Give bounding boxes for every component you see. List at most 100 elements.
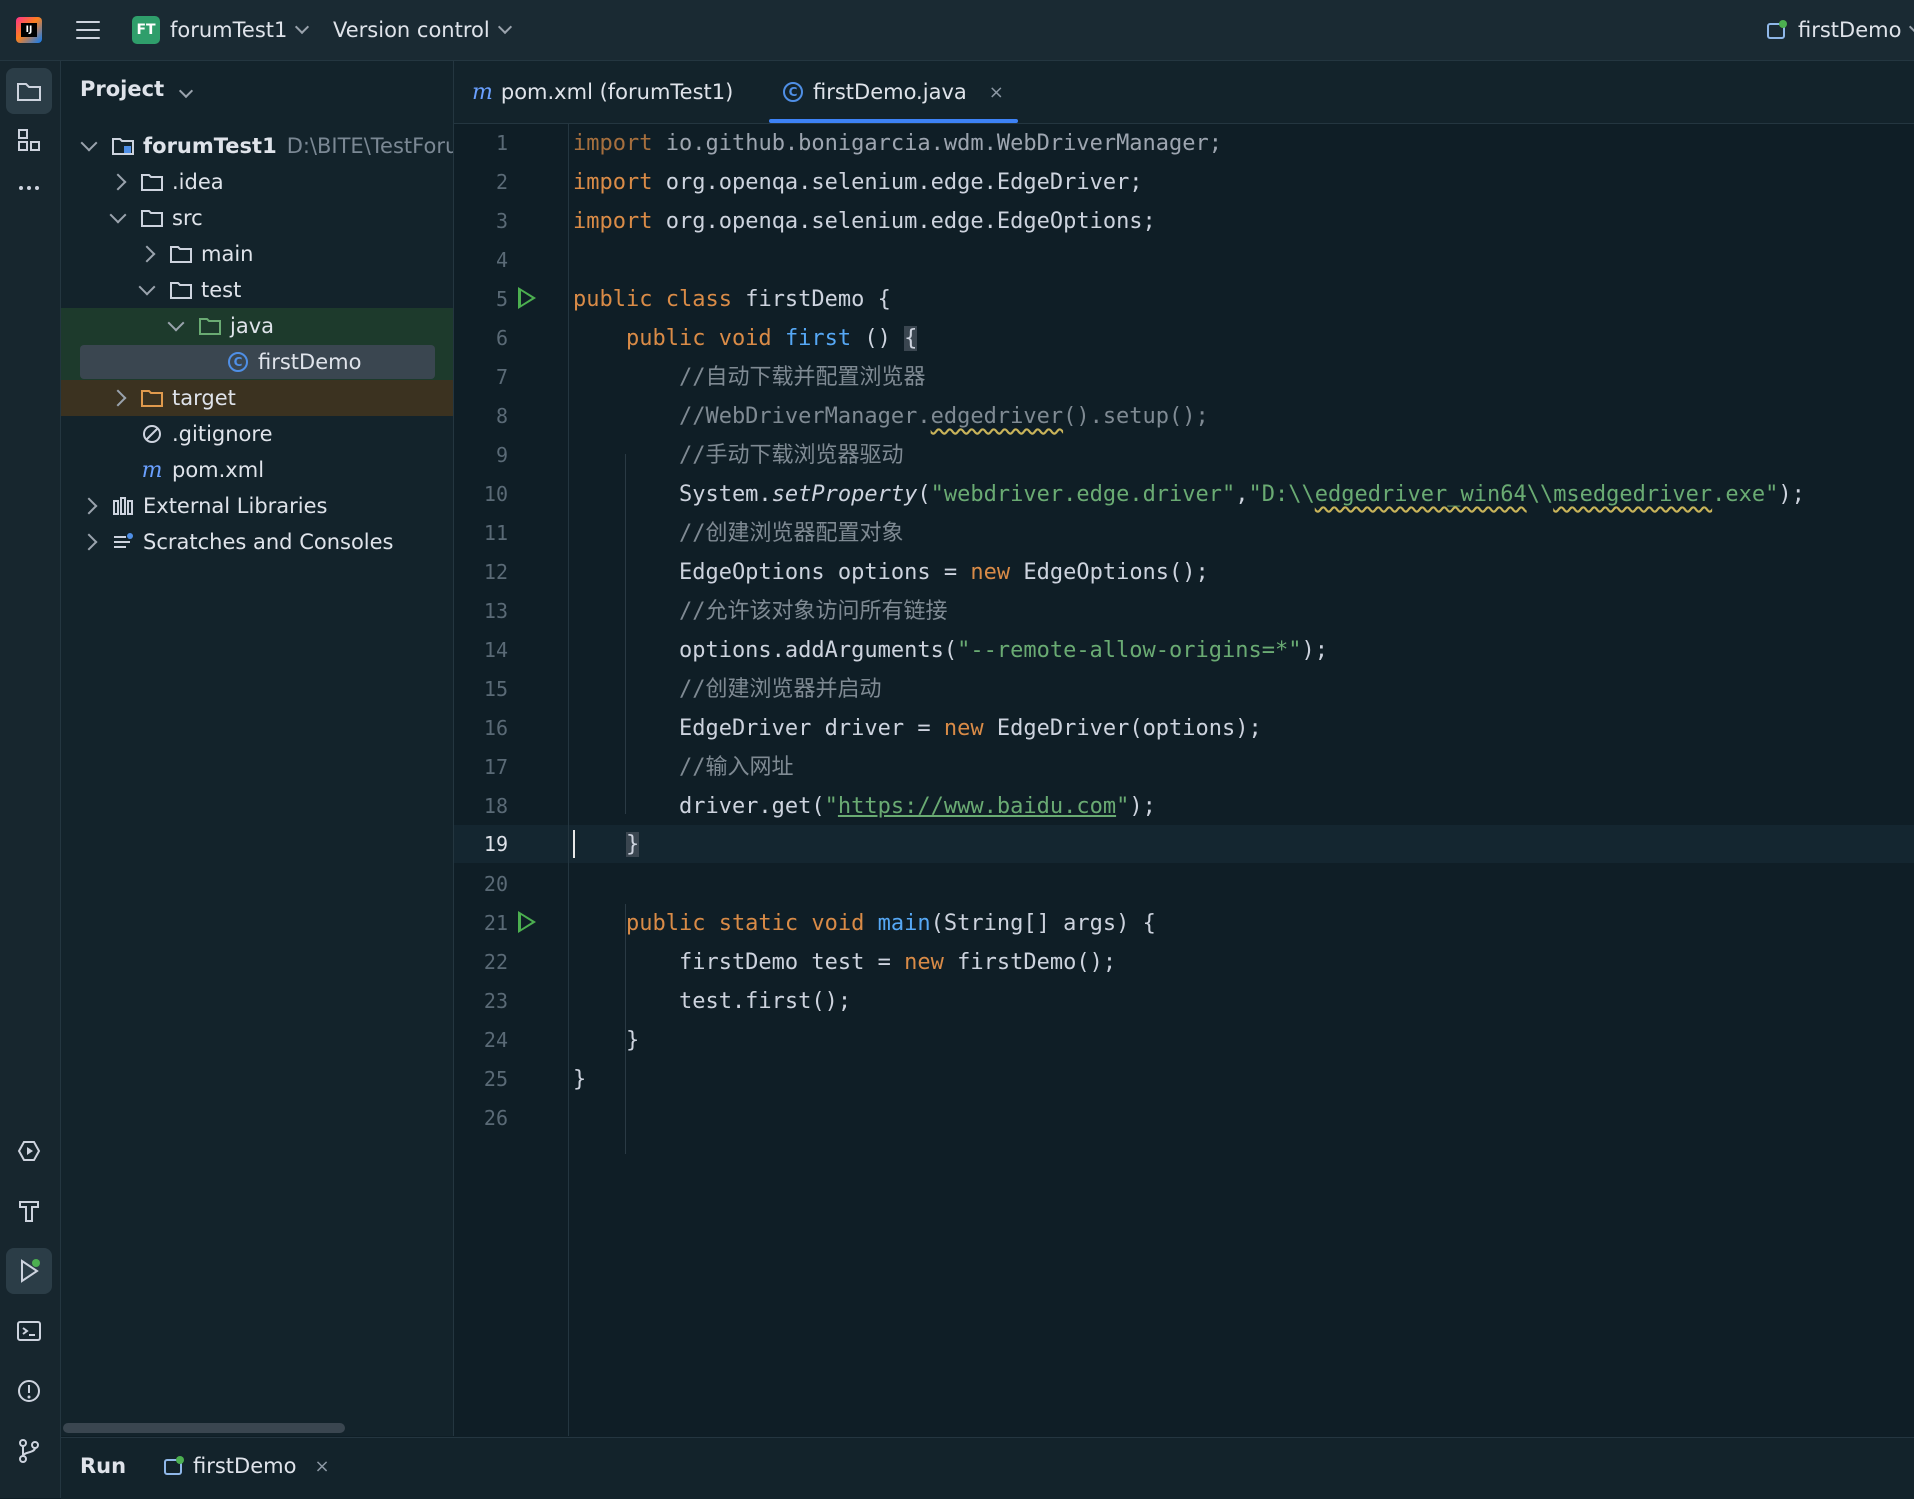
- code-line-1: import io.github.bonigarcia.wdm.WebDrive…: [573, 131, 1223, 156]
- tab-firstdemo-java[interactable]: C firstDemo.java ×: [769, 61, 1018, 123]
- run-config-selector[interactable]: firstDemo: [1766, 0, 1914, 60]
- run-tool-button[interactable]: [6, 1248, 52, 1294]
- tree-item-gitignore[interactable]: .gitignore: [61, 416, 453, 452]
- vcs-label: Version control: [333, 18, 490, 42]
- title-bar: FT forumTest1 Version control firstDemo: [0, 0, 1914, 61]
- run-main-gutter-icon[interactable]: [518, 911, 536, 933]
- run-tab-firstdemo[interactable]: firstDemo ×: [163, 1438, 330, 1494]
- hammer-icon: [19, 1201, 39, 1222]
- code-line-25: }: [573, 1067, 587, 1092]
- code-line-8: //WebDriverManager.edgedriver().setup();: [573, 404, 1209, 429]
- chevron-down-icon: [179, 83, 194, 99]
- build-tool-button[interactable]: [6, 1188, 52, 1234]
- tree-item-java[interactable]: java: [61, 308, 453, 344]
- structure-icon: [18, 129, 40, 151]
- more-horizontal-icon: [19, 186, 39, 190]
- line-number: 23: [483, 989, 508, 1013]
- tree-item-main[interactable]: main: [61, 236, 453, 272]
- test-source-folder-icon: [198, 315, 222, 337]
- run-class-gutter-icon[interactable]: [518, 287, 536, 309]
- module-folder-icon: [111, 135, 135, 157]
- panel-title: Project: [80, 77, 165, 101]
- tree-item-test[interactable]: test: [61, 272, 453, 308]
- maven-icon: m: [141, 457, 163, 483]
- line-number: 1: [495, 131, 508, 155]
- tab-pom-xml[interactable]: m pom.xml (forumTest1): [472, 61, 733, 123]
- line-number: 4: [495, 248, 508, 272]
- project-tool-button[interactable]: [6, 68, 52, 114]
- chevron-right-icon: [80, 533, 98, 551]
- code-line-15: //创建浏览器并启动: [573, 677, 882, 702]
- folder-icon: [17, 83, 41, 101]
- code-line-12: EdgeOptions options = new EdgeOptions();: [573, 560, 1209, 585]
- code-line-22: firstDemo test = new firstDemo();: [573, 950, 1117, 975]
- more-tools-button[interactable]: [6, 165, 52, 211]
- line-number: 26: [483, 1106, 508, 1130]
- tree-item-pom[interactable]: m pom.xml: [61, 452, 453, 488]
- code-editor[interactable]: 1 2 3 4 5 6 7 8 9 10 11 12 13 14 15 16 1…: [454, 124, 1914, 1436]
- project-switcher[interactable]: FT forumTest1: [132, 0, 310, 60]
- tree-item-src[interactable]: src: [61, 200, 453, 236]
- run-config-icon: [164, 1456, 184, 1475]
- class-icon: C: [226, 351, 250, 373]
- url-link[interactable]: https://www.baidu.com: [838, 794, 1116, 819]
- close-icon[interactable]: ×: [989, 82, 1004, 103]
- chevron-down-icon: [295, 19, 310, 35]
- line-number: 9: [495, 443, 508, 467]
- project-badge: FT: [132, 16, 160, 44]
- line-number-current: 19: [483, 832, 508, 856]
- terminal-icon: [17, 1321, 41, 1341]
- class-icon: C: [783, 82, 803, 102]
- code-line-6: public void first () {: [573, 326, 918, 351]
- folder-icon: [169, 243, 193, 265]
- code-line-9: //手动下载浏览器驱动: [573, 443, 904, 468]
- tab-label: firstDemo.java: [813, 80, 967, 104]
- line-number: 20: [483, 872, 508, 896]
- run-config-icon: [1767, 20, 1787, 39]
- line-number: 24: [483, 1028, 508, 1052]
- run-tool-window-title[interactable]: Run: [80, 1438, 126, 1494]
- chevron-right-icon: [109, 389, 127, 407]
- tree-item-label: firstDemo: [258, 350, 362, 374]
- tree-item-target[interactable]: target: [61, 380, 453, 416]
- line-number: 16: [483, 716, 508, 740]
- code-line-14: options.addArguments("--remote-allow-ori…: [573, 638, 1328, 663]
- folder-icon: [140, 171, 164, 193]
- app-logo[interactable]: [16, 0, 42, 60]
- structure-tool-button[interactable]: [6, 117, 52, 163]
- tree-item-label: test: [201, 278, 242, 302]
- line-number: 10: [483, 482, 508, 506]
- horizontal-scrollbar[interactable]: [63, 1423, 345, 1433]
- tree-item-idea[interactable]: .idea: [61, 164, 453, 200]
- tree-item-forumtest1[interactable]: forumTest1 D:\BITE\TestForun: [61, 128, 453, 164]
- tree-item-label: forumTest1: [143, 134, 277, 158]
- run-config-name: firstDemo: [1798, 18, 1902, 42]
- problems-tool-button[interactable]: [6, 1368, 52, 1414]
- gutter-divider: [568, 124, 569, 1436]
- tree-item-firstdemo[interactable]: C firstDemo: [61, 344, 453, 380]
- close-icon[interactable]: ×: [314, 1456, 329, 1477]
- folder-icon: [140, 207, 164, 229]
- tree-item-scratches[interactable]: Scratches and Consoles: [61, 524, 453, 560]
- line-number: 25: [483, 1067, 508, 1091]
- line-number: 17: [483, 755, 508, 779]
- code-line-2: import org.openqa.selenium.edge.EdgeDriv…: [573, 170, 1143, 195]
- code-line-21: public static void main(String[] args) {: [573, 911, 1156, 936]
- version-control-menu[interactable]: Version control: [333, 0, 512, 60]
- tree-item-label: main: [201, 242, 254, 266]
- tree-item-label: target: [172, 386, 236, 410]
- terminal-tool-button[interactable]: [6, 1308, 52, 1354]
- tree-item-label: Scratches and Consoles: [143, 530, 394, 554]
- left-tool-strip: [0, 61, 61, 1498]
- main-menu-button[interactable]: [76, 0, 100, 60]
- line-number: 5: [495, 287, 508, 311]
- code-line-10: System.setProperty("webdriver.edge.drive…: [573, 482, 1805, 507]
- ignore-file-icon: [140, 423, 164, 445]
- git-branch-icon: [19, 1439, 39, 1463]
- project-panel-header[interactable]: Project: [80, 77, 194, 101]
- chevron-down-icon: [80, 134, 98, 152]
- bottom-tool-window-bar: Run firstDemo ×: [61, 1437, 1914, 1499]
- tree-item-external-libraries[interactable]: External Libraries: [61, 488, 453, 524]
- git-tool-button[interactable]: [6, 1428, 52, 1474]
- services-tool-button[interactable]: [6, 1128, 52, 1174]
